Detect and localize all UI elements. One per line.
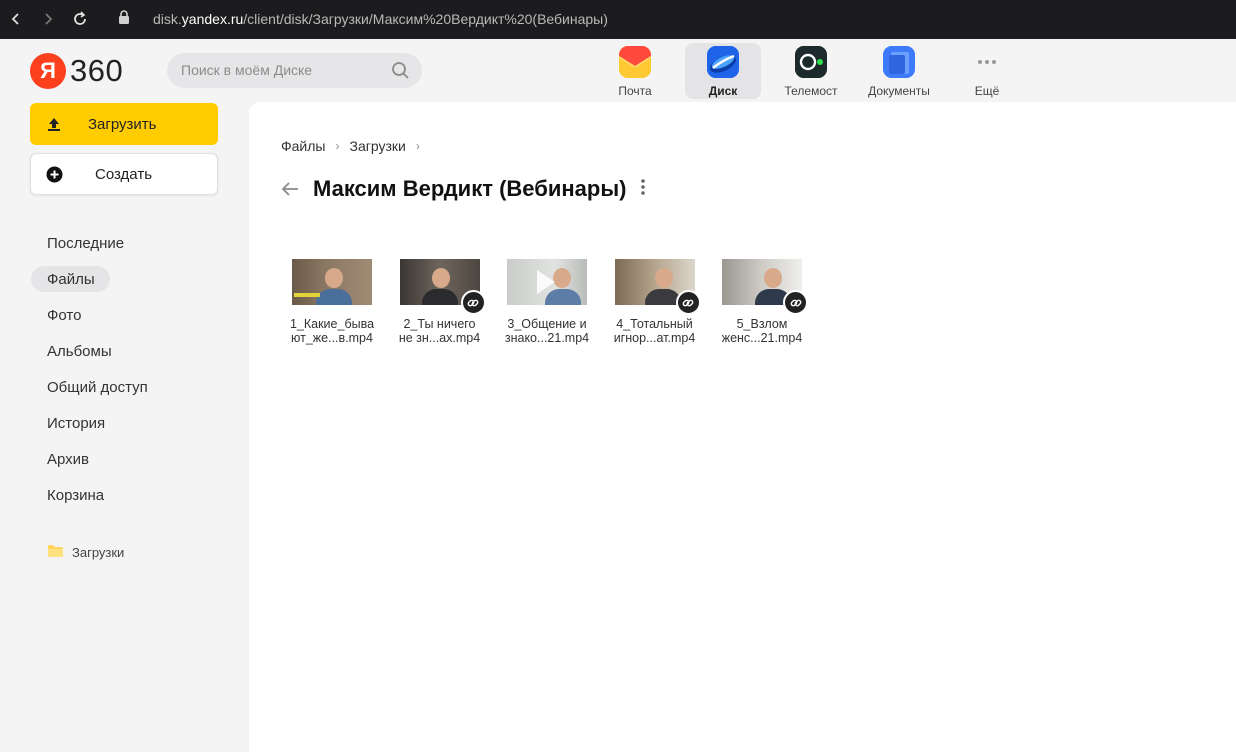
disk-icon — [707, 46, 739, 78]
url-host: yandex.ru — [181, 11, 244, 27]
file-item[interactable]: 1_Какие_быва ют_же...в.mp4 — [285, 257, 379, 345]
service-telemost[interactable]: Телемост — [773, 43, 849, 99]
more-icon — [971, 46, 1003, 78]
file-name: 5_Взлом женс...21.mp4 — [715, 317, 809, 345]
file-item[interactable]: 2_Ты ничего не зн...ах.mp4 — [393, 257, 487, 345]
file-name-line: женс...21.mp4 — [721, 331, 803, 345]
search-box[interactable] — [167, 53, 422, 88]
file-item[interactable]: 3_Общение и знако...21.mp4 — [500, 257, 594, 345]
logo-360-text: 360 — [70, 53, 124, 88]
chevron-right-icon: › — [415, 139, 420, 153]
lock-icon — [118, 10, 130, 30]
breadcrumb-files[interactable]: Файлы — [281, 138, 325, 154]
breadcrumb-downloads[interactable]: Загрузки — [349, 138, 405, 154]
upload-icon — [46, 116, 62, 136]
file-item[interactable]: 5_Взлом женс...21.mp4 — [715, 257, 809, 345]
title-row: Максим Вердикт (Вебинары) — [279, 176, 646, 202]
file-name-line: 5_Взлом — [736, 317, 788, 331]
file-name: 4_Тотальный игнор...ат.mp4 — [608, 317, 702, 345]
chevron-right-icon: › — [335, 139, 340, 153]
plus-circle-icon — [46, 166, 63, 187]
service-switcher: Почта Диск Телемост Документы Ещё — [597, 43, 1037, 99]
file-name: 3_Общение и знако...21.mp4 — [500, 317, 594, 345]
file-name: 2_Ты ничего не зн...ах.mp4 — [393, 317, 487, 345]
sidebar-folder-label: Загрузки — [72, 545, 125, 560]
url-prefix: disk. — [153, 11, 182, 27]
yandex-360-logo[interactable]: Я 360 — [30, 53, 123, 89]
url-path: /client/disk/Загрузки/Максим%20Вердикт%2… — [243, 11, 608, 27]
file-name-line: ют_же...в.mp4 — [291, 331, 373, 345]
sidebar-item-files[interactable]: Файлы — [31, 266, 110, 292]
sidebar-nav: Последние Файлы Фото Альбомы Общий досту… — [31, 230, 231, 518]
sidebar-item-albums[interactable]: Альбомы — [31, 338, 127, 364]
video-thumbnail — [292, 259, 372, 305]
file-name-line: 2_Ты ничего — [403, 317, 476, 331]
link-icon — [460, 290, 486, 315]
file-name-line: 1_Какие_быва — [289, 317, 375, 331]
file-name: 1_Какие_быва ют_же...в.mp4 — [285, 317, 379, 345]
file-name-line: 3_Общение и — [507, 317, 587, 331]
upload-button-label: Загрузить — [88, 116, 157, 133]
sidebar-folder-downloads[interactable]: Загрузки — [47, 544, 124, 561]
sidebar-item-photo[interactable]: Фото — [31, 302, 96, 328]
service-mail[interactable]: Почта — [597, 43, 673, 99]
browser-toolbar: disk.yandex.ru/client/disk/Загрузки/Макс… — [0, 0, 1236, 39]
video-thumbnail — [507, 259, 587, 305]
create-button-label: Создать — [95, 166, 153, 183]
forward-icon[interactable] — [38, 9, 58, 29]
page-title: Максим Вердикт (Вебинары) — [313, 176, 627, 201]
service-documents-label: Документы — [868, 84, 930, 98]
sidebar-item-recent[interactable]: Последние — [31, 230, 139, 256]
service-telemost-label: Телемост — [784, 84, 838, 98]
reload-icon[interactable] — [70, 9, 90, 29]
sidebar-item-shared[interactable]: Общий доступ — [31, 374, 163, 400]
service-documents[interactable]: Документы — [861, 43, 937, 99]
file-name-line: игнор...ат.mp4 — [613, 331, 696, 345]
back-icon[interactable] — [6, 9, 26, 29]
main-panel: Файлы › Загрузки › Максим Вердикт (Вебин… — [249, 102, 1236, 752]
documents-icon — [883, 46, 915, 78]
back-arrow-icon[interactable] — [279, 178, 301, 200]
more-vertical-icon[interactable] — [640, 177, 646, 202]
file-name-line: не зн...ах.mp4 — [398, 331, 481, 345]
mail-icon — [619, 46, 651, 78]
service-more[interactable]: Ещё — [949, 43, 1025, 99]
file-name-line: 4_Тотальный — [616, 317, 693, 331]
link-icon — [675, 290, 701, 315]
upload-button[interactable]: Загрузить — [30, 103, 218, 145]
sidebar-item-history[interactable]: История — [31, 410, 120, 436]
play-icon — [537, 270, 555, 294]
sidebar-item-archive[interactable]: Архив — [31, 446, 104, 472]
service-disk-label: Диск — [708, 84, 738, 98]
service-disk[interactable]: Диск — [685, 43, 761, 99]
search-input[interactable] — [181, 62, 381, 78]
file-item[interactable]: 4_Тотальный игнор...ат.mp4 — [608, 257, 702, 345]
search-icon[interactable] — [391, 61, 410, 85]
logo-ya-circle: Я — [30, 53, 66, 89]
service-mail-label: Почта — [618, 84, 652, 98]
service-more-label: Ещё — [974, 84, 1000, 98]
breadcrumb: Файлы › Загрузки › — [281, 138, 430, 154]
file-name-line: знако...21.mp4 — [504, 331, 590, 345]
file-grid: 1_Какие_быва ют_же...в.mp4 2_Ты ничего н… — [285, 257, 823, 345]
address-bar[interactable]: disk.yandex.ru/client/disk/Загрузки/Макс… — [153, 11, 608, 27]
link-icon — [783, 290, 808, 315]
app-header: Я 360 Почта Диск Телемост — [0, 39, 1236, 102]
folder-icon — [47, 544, 64, 561]
telemost-icon — [795, 46, 827, 78]
sidebar-item-trash[interactable]: Корзина — [31, 482, 119, 508]
create-button[interactable]: Создать — [30, 153, 218, 195]
